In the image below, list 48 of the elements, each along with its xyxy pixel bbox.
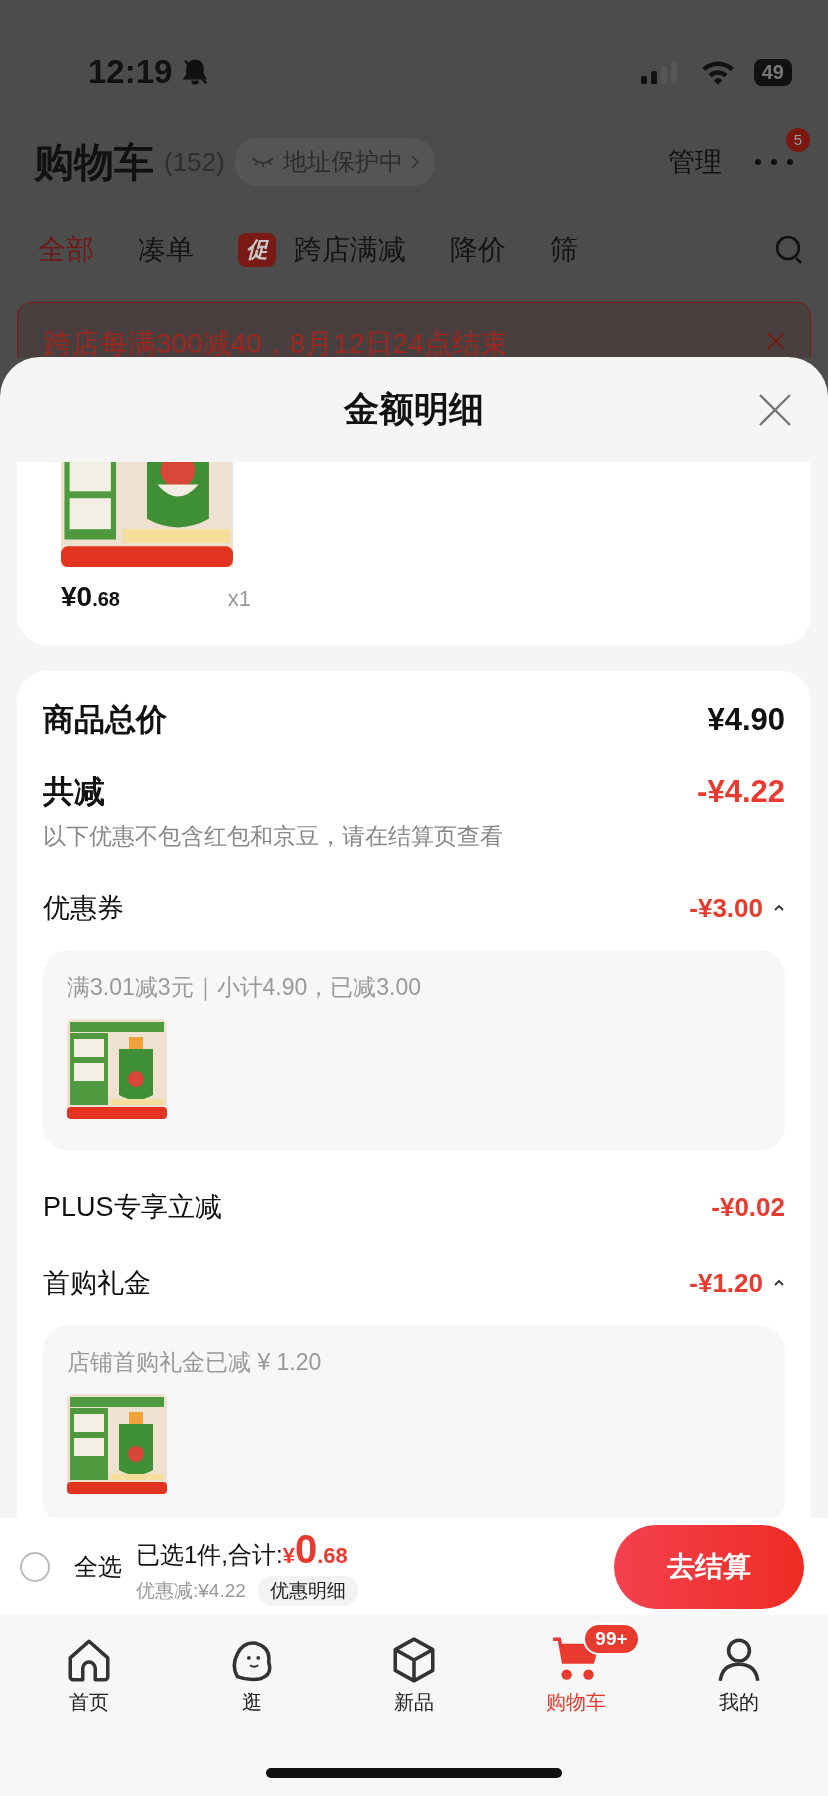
chevron-right-icon — [410, 155, 419, 169]
select-all-checkbox[interactable] — [20, 1551, 50, 1582]
discount-detail-button[interactable]: 优惠明细 — [257, 1576, 358, 1606]
count-badge: 99+ — [583, 1623, 640, 1655]
status-time: 12:19 — [88, 53, 173, 91]
promo-badge: 促 — [238, 233, 276, 267]
filter-tab[interactable]: 降价 — [450, 231, 506, 269]
wifi-icon — [699, 59, 736, 85]
total-amount: ¥0.68 — [282, 1527, 348, 1572]
page-title: 购物车 — [34, 138, 154, 186]
select-all-label[interactable]: 全选 — [74, 1550, 122, 1583]
discount-value: -¥0.02 — [711, 1191, 785, 1223]
nav-tab[interactable]: 新品 — [333, 1619, 494, 1716]
notification-badge: 5 — [786, 128, 810, 152]
nav-tab[interactable]: 99+ 购物车 — [496, 1619, 657, 1716]
reduction-label: 共减 — [43, 773, 105, 811]
close-icon[interactable] — [758, 393, 792, 427]
nav-tab[interactable]: 我的 — [658, 1619, 819, 1716]
filter-tab[interactable]: 凑单 — [138, 231, 194, 269]
signal-icon — [639, 60, 680, 84]
caret-icon[interactable] — [773, 904, 785, 912]
filter-tab[interactable]: 促 跨店满减 — [238, 231, 406, 269]
nav-tab[interactable]: 首页 — [9, 1619, 170, 1716]
reduction-value: -¥4.22 — [697, 774, 785, 810]
selected-summary: 已选1件,合计: — [136, 1540, 283, 1570]
filter-tab[interactable]: 筛 — [550, 231, 578, 269]
closed-eye-icon — [250, 156, 275, 168]
battery-indicator: 49 — [753, 58, 792, 86]
caret-icon[interactable] — [773, 1279, 785, 1287]
sheet-title: 金额明细 — [344, 388, 484, 430]
total-value: ¥4.90 — [707, 702, 785, 738]
product-price: ¥0.68 — [61, 581, 120, 613]
discount-label: 首购礼金 — [43, 1267, 151, 1300]
reduction-note: 以下优惠不包含红包和京豆，请在结算页查看 — [43, 822, 504, 851]
nav-tab[interactable]: 逛 — [171, 1619, 332, 1716]
checkout-button[interactable]: 去结算 — [614, 1524, 804, 1609]
discount-detail: 满3.01减3元｜小计4.90，已减3.00 — [67, 973, 423, 1003]
discount-summary: 优惠减:¥4.22 — [136, 1579, 246, 1603]
manage-button[interactable]: 管理 — [668, 144, 722, 180]
total-label: 商品总价 — [43, 701, 167, 739]
discount-detail: 店铺首购礼金已减 ¥ 1.20 — [67, 1348, 323, 1377]
discount-value: -¥3.00 — [689, 892, 763, 924]
banner-text: 跨店每满300减40，8月12日24点结束 — [44, 327, 509, 358]
more-icon[interactable] — [754, 158, 794, 166]
product-quantity: x1 — [227, 586, 251, 612]
discount-label: 优惠券 — [43, 892, 124, 925]
discount-value: -¥1.20 — [689, 1267, 763, 1299]
discount-label: PLUS专享立减 — [43, 1191, 222, 1224]
